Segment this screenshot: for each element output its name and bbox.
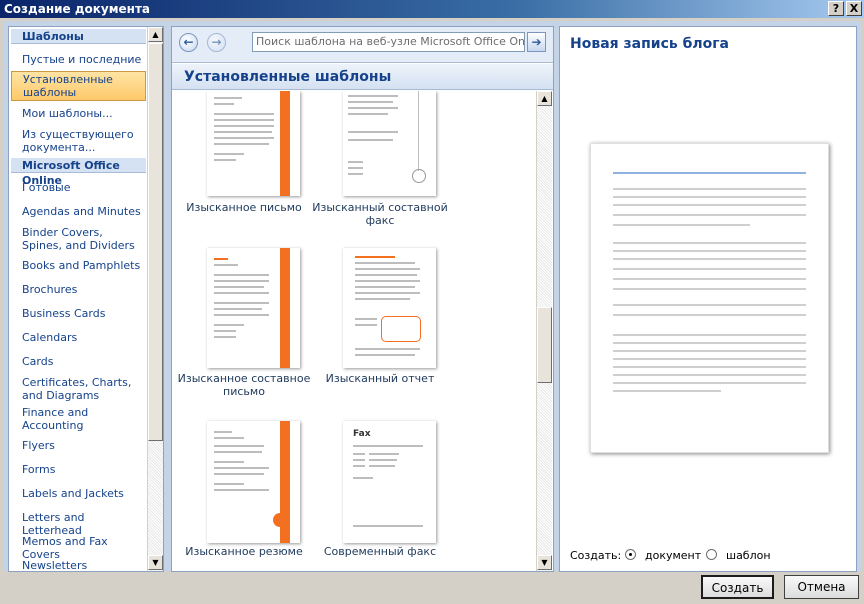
- scroll-thumb[interactable]: [537, 307, 552, 383]
- gallery-scrollbar[interactable]: ▲ ▼: [536, 91, 552, 571]
- sidebar-item-my-templates[interactable]: Мои шаблоны...: [11, 107, 146, 120]
- radio-document-label[interactable]: документ: [645, 549, 701, 562]
- cancel-button[interactable]: Отмена: [784, 575, 859, 599]
- forward-icon[interactable]: →: [207, 33, 226, 52]
- sidebar-item-finance[interactable]: Finance and Accounting: [11, 406, 146, 432]
- sidebar-scrollbar[interactable]: ▲ ▼: [147, 27, 163, 571]
- create-button[interactable]: Создать: [701, 575, 774, 599]
- template-search-input[interactable]: Поиск шаблона на веб-узле Microsoft Offi…: [252, 32, 525, 52]
- template-gallery-pane: ← → Поиск шаблона на веб-узле Microsoft …: [171, 26, 554, 572]
- scroll-down-icon[interactable]: ▼: [537, 555, 552, 570]
- create-label: Создать:: [570, 549, 622, 562]
- sidebar-item-binder-covers[interactable]: Binder Covers, Spines, and Dividers: [11, 226, 146, 252]
- template-thumbnail: [343, 248, 436, 368]
- sidebar-item-agendas[interactable]: Agendas and Minutes: [11, 205, 146, 218]
- sidebar-item-installed-templates[interactable]: Установленные шаблоны: [11, 71, 146, 101]
- template-grid: Изысканное письмо Изысканный составной ф…: [172, 91, 536, 571]
- radio-template-label[interactable]: шаблон: [726, 549, 771, 562]
- create-options: Создать: документ шаблон: [570, 549, 850, 563]
- gallery-heading: Установленные шаблоны: [172, 64, 553, 90]
- document-preview: [590, 143, 829, 453]
- sidebar-heading-templates: Шаблоны: [11, 29, 146, 44]
- sidebar-item-memos[interactable]: Memos and Fax Covers: [11, 535, 146, 561]
- template-tile-elegant-resume[interactable]: Изысканное резюме: [174, 421, 309, 571]
- template-label: Современный факс: [323, 545, 437, 558]
- fax-thumb-title: Fax: [353, 429, 371, 439]
- window-title: Создание документа: [4, 2, 151, 16]
- sidebar-item-labels[interactable]: Labels and Jackets: [11, 487, 146, 500]
- sidebar-item-newsletters[interactable]: Newsletters: [11, 559, 146, 571]
- scroll-up-icon[interactable]: ▲: [148, 27, 163, 42]
- radio-template[interactable]: [706, 549, 717, 560]
- template-label: Изысканное составное письмо: [177, 372, 311, 398]
- help-button[interactable]: ?: [828, 1, 844, 16]
- template-tile-elegant-letter[interactable]: Изысканное письмо: [174, 91, 309, 231]
- search-go-icon[interactable]: ➔: [527, 32, 546, 52]
- template-thumbnail: [207, 248, 300, 368]
- template-label: Изысканный составной факс: [312, 201, 448, 227]
- sidebar-item-from-existing[interactable]: Из существующего документа...: [11, 128, 146, 154]
- search-toolbar: ← → Поиск шаблона на веб-узле Microsoft …: [172, 27, 553, 63]
- sidebar-item-featured[interactable]: Готовые: [11, 181, 146, 194]
- preview-pane: Новая запись блога Создать: документ шаб…: [559, 26, 857, 572]
- sidebar-item-books[interactable]: Books and Pamphlets: [11, 259, 146, 272]
- template-tile-elegant-merge-letter[interactable]: Изысканное составное письмо: [174, 248, 310, 408]
- sidebar-item-calendars[interactable]: Calendars: [11, 331, 146, 344]
- template-label: Изысканный отчет: [325, 372, 435, 385]
- window-titlebar: Создание документа: [0, 0, 864, 18]
- template-tile-elegant-report[interactable]: Изысканный отчет: [310, 248, 445, 408]
- sidebar-item-flyers[interactable]: Flyers: [11, 439, 146, 452]
- sidebar-item-forms[interactable]: Forms: [11, 463, 146, 476]
- sidebar-item-certificates[interactable]: Certificates, Charts, and Diagrams: [11, 376, 146, 402]
- scroll-up-icon[interactable]: ▲: [537, 91, 552, 106]
- template-label: Изысканное резюме: [185, 545, 303, 558]
- scroll-down-icon[interactable]: ▼: [148, 555, 163, 570]
- preview-title: Новая запись блога: [570, 36, 730, 52]
- template-tile-modern-fax[interactable]: Fax Современный факс: [310, 421, 445, 571]
- template-thumbnail: [343, 91, 436, 196]
- template-tile-elegant-fax[interactable]: Изысканный составной факс: [310, 91, 448, 231]
- template-thumbnail: Fax: [343, 421, 436, 543]
- template-thumbnail: [207, 421, 300, 543]
- sidebar-item-business-cards[interactable]: Business Cards: [11, 307, 146, 320]
- template-label: Изысканное письмо: [186, 201, 302, 214]
- radio-document[interactable]: [625, 549, 636, 560]
- scroll-thumb[interactable]: [148, 43, 163, 441]
- sidebar-heading-office-online: Microsoft Office Online: [11, 158, 146, 187]
- category-sidebar: Шаблоны Пустые и последние Установленные…: [8, 26, 164, 572]
- sidebar-item-letters[interactable]: Letters and Letterhead: [11, 511, 146, 537]
- back-icon[interactable]: ←: [179, 33, 198, 52]
- sidebar-item-blank-recent[interactable]: Пустые и последние: [11, 53, 146, 66]
- template-thumbnail: [207, 91, 300, 196]
- close-button[interactable]: X: [846, 1, 862, 16]
- sidebar-item-cards[interactable]: Cards: [11, 355, 146, 368]
- sidebar-item-brochures[interactable]: Brochures: [11, 283, 146, 296]
